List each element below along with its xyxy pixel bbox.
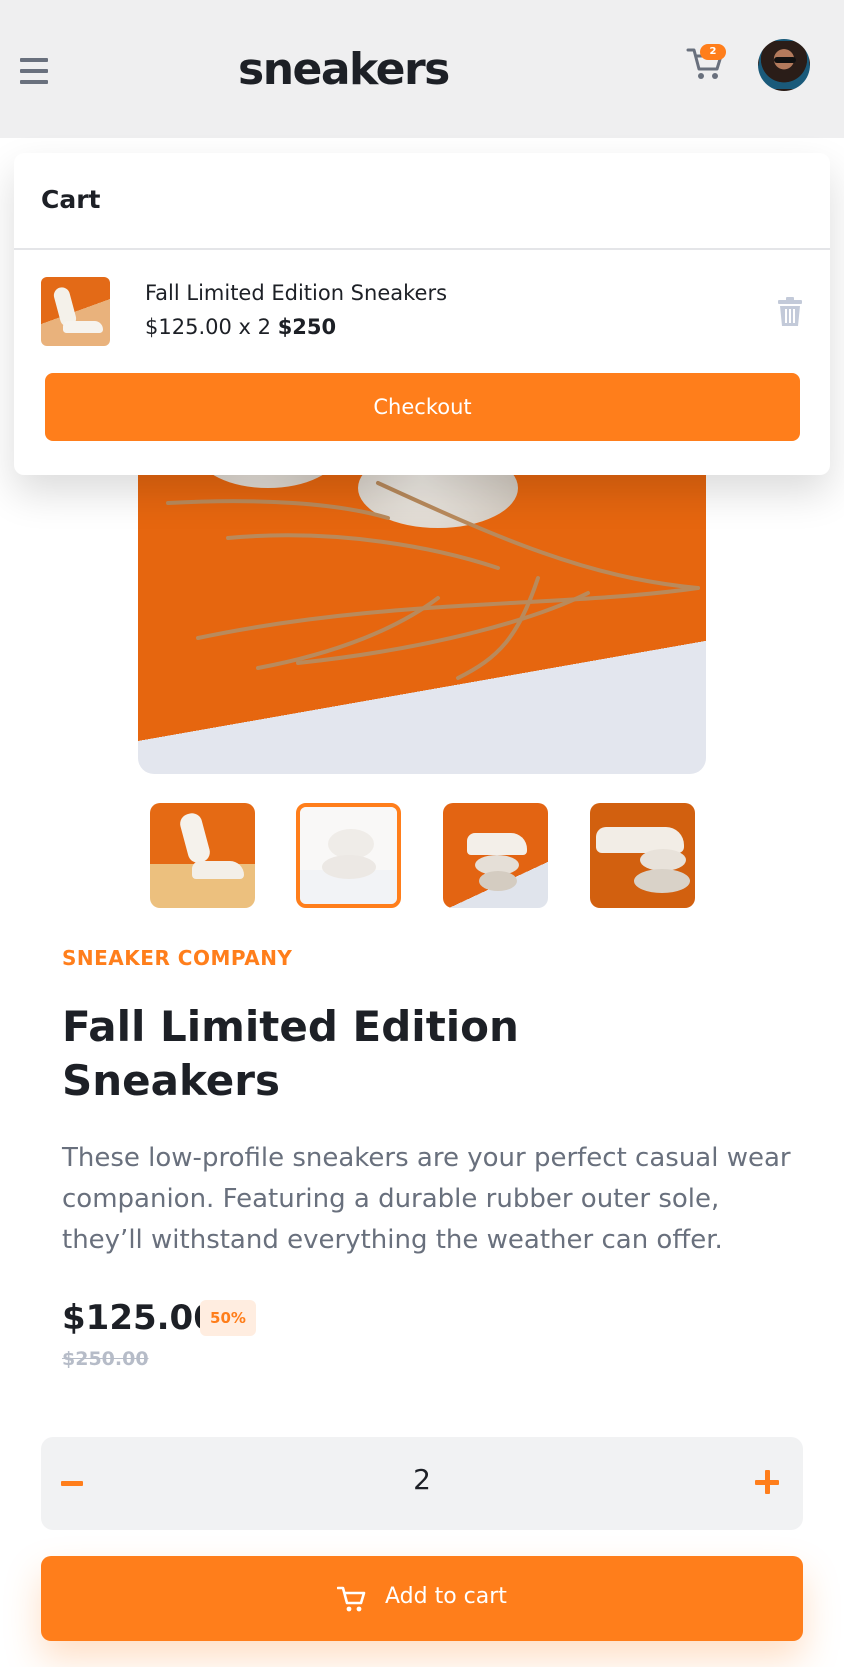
thumbnail-3[interactable] [443, 803, 548, 908]
quantity-stepper: 2 [41, 1437, 803, 1530]
product-title: Fall Limited Edition Sneakers [62, 1002, 519, 1105]
trash-icon[interactable] [777, 297, 803, 327]
main-product-image[interactable] [138, 458, 706, 774]
plus-icon[interactable] [751, 1467, 783, 1499]
company-name: SNEAKER COMPANY [62, 946, 293, 970]
product-description: These low-profile sneakers are your perf… [62, 1143, 791, 1255]
checkout-button[interactable]: Checkout [45, 373, 800, 441]
thumbnail-strip [150, 803, 695, 908]
cart-count-badge: 2 [700, 44, 726, 60]
original-price: $250.00 [62, 1348, 149, 1370]
discount-badge: 50% [200, 1300, 256, 1336]
cart-item-name: Fall Limited Edition Sneakers [145, 281, 448, 305]
add-to-cart-button[interactable]: Add to cart [41, 1556, 803, 1641]
thumbnail-4[interactable] [590, 803, 695, 908]
current-price: $125.00 [62, 1298, 217, 1338]
minus-icon[interactable] [59, 1467, 91, 1499]
cart-item-multiplier: x 2 [238, 315, 271, 339]
divider [14, 248, 830, 250]
menu-icon[interactable] [20, 58, 48, 86]
cart-item-total: $250 [277, 315, 337, 339]
cart-item-thumbnail [41, 277, 110, 346]
logo[interactable]: sneakers [238, 44, 450, 95]
cart-icon [336, 1585, 367, 1613]
avatar[interactable] [758, 39, 810, 91]
quantity-value: 2 [413, 1463, 431, 1496]
header: sneakers 2 [0, 0, 844, 138]
cart-dropdown: Cart Fall Limited Edition Sneakers $125.… [14, 153, 830, 475]
thumbnail-2[interactable] [296, 803, 401, 908]
cart-item-unit-price: $125.00 [145, 315, 232, 339]
thumbnail-1[interactable] [150, 803, 255, 908]
cart-title: Cart [41, 185, 101, 214]
cart-item-price: $125.00 x 2 $250 [145, 315, 336, 339]
add-to-cart-label: Add to cart [385, 1584, 507, 1609]
